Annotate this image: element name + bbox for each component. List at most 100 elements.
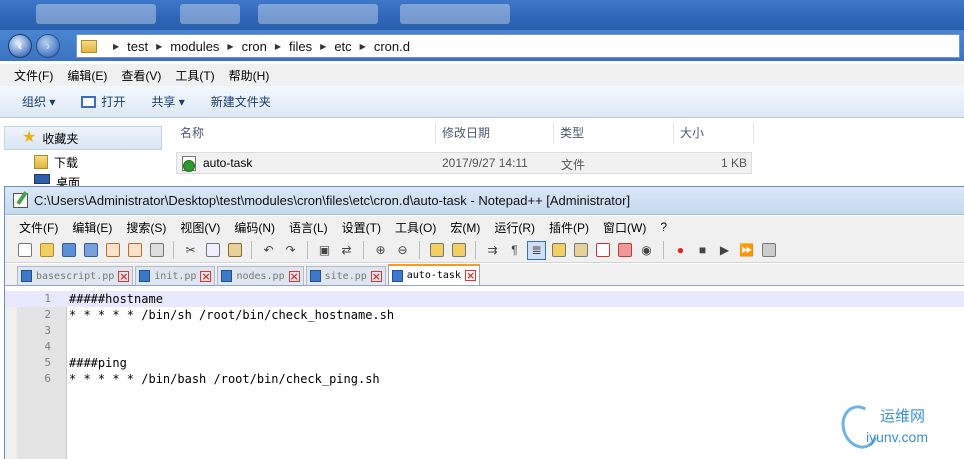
show-all-chars-icon[interactable]: ¶ — [505, 241, 524, 260]
word-wrap-icon[interactable]: ⇉ — [483, 241, 502, 260]
menu-edit[interactable]: 编辑(E) — [72, 219, 112, 236]
menu-file[interactable]: 文件(F) — [19, 219, 58, 236]
udl-icon[interactable] — [549, 241, 568, 260]
window-title: C:\Users\Administrator\Desktop\test\modu… — [34, 193, 631, 208]
breadcrumb-item[interactable]: modules — [170, 39, 219, 54]
find-icon[interactable]: ▣ — [315, 241, 334, 260]
save-icon[interactable] — [59, 241, 78, 260]
file-size: 1 KB — [720, 156, 747, 170]
menu-window[interactable]: 窗口(W) — [603, 219, 646, 236]
sync-vertical-icon[interactable] — [427, 241, 446, 260]
menu-view[interactable]: 查看(V) — [121, 67, 161, 84]
file-type: 文件 — [561, 158, 586, 172]
folder-as-workspace-icon[interactable] — [615, 241, 634, 260]
close-icon[interactable]: × — [370, 270, 382, 282]
menu-language[interactable]: 语言(L) — [289, 219, 328, 236]
play-macro-icon[interactable]: ▶ — [715, 241, 734, 260]
menu-file[interactable]: 文件(F) — [14, 67, 53, 84]
breadcrumb-item[interactable]: cron — [242, 39, 267, 54]
file-row[interactable]: auto-task 2017/9/27 14:11 文件 1 KB — [176, 152, 752, 174]
menu-help[interactable]: 帮助(H) — [229, 67, 270, 84]
replace-icon[interactable]: ⇄ — [337, 241, 356, 260]
copy-icon[interactable] — [203, 241, 222, 260]
open-icon — [81, 95, 97, 108]
cut-icon[interactable]: ✂ — [181, 241, 200, 260]
menu-edit[interactable]: 编辑(E) — [67, 67, 107, 84]
save-all-icon[interactable] — [81, 241, 100, 260]
explorer-title-bar — [0, 0, 964, 30]
record-macro-icon[interactable]: ● — [671, 241, 690, 260]
stop-macro-icon[interactable]: ■ — [693, 241, 712, 260]
menu-help[interactable]: ? — [660, 220, 667, 234]
menu-tools[interactable]: 工具(O) — [395, 219, 436, 236]
navigation-pane: ★ 收藏夹 下载 桌面 — [4, 126, 162, 188]
editor-line[interactable]: 2 * * * * * /bin/sh /root/bin/check_host… — [5, 307, 964, 323]
file-saved-icon — [391, 269, 403, 282]
paste-icon[interactable] — [225, 241, 244, 260]
toolbar-separator — [307, 241, 308, 259]
close-all-icon[interactable] — [125, 241, 144, 260]
menu-macro[interactable]: 宏(M) — [450, 219, 480, 236]
editor-line[interactable]: 1 #####hostname — [5, 291, 964, 307]
save-macro-icon[interactable] — [759, 241, 778, 260]
editor-line[interactable]: 4 — [5, 339, 964, 355]
column-modified[interactable]: 修改日期 — [436, 122, 554, 144]
monitoring-eye-icon[interactable]: ◉ — [637, 241, 656, 260]
column-size[interactable]: 大小 — [674, 122, 754, 144]
tab-site[interactable]: site.pp × — [305, 266, 386, 285]
breadcrumb-item[interactable]: etc — [334, 39, 351, 54]
editor-area[interactable]: 1 #####hostname 2 * * * * * /bin/sh /roo… — [5, 291, 964, 459]
editor-line[interactable]: 3 — [5, 323, 964, 339]
tab-basescript[interactable]: basescript.pp × — [17, 266, 134, 285]
tab-nodes[interactable]: nodes.pp × — [217, 266, 304, 285]
menu-run[interactable]: 运行(R) — [494, 219, 535, 236]
menu-encoding[interactable]: 编码(N) — [234, 219, 275, 236]
open-file-icon[interactable] — [37, 241, 56, 260]
breadcrumb-item[interactable]: test — [127, 39, 148, 54]
undo-icon[interactable]: ↶ — [259, 241, 278, 260]
nav-item-downloads[interactable]: 下载 — [4, 150, 162, 174]
tab-auto-task[interactable]: auto-task × — [387, 264, 480, 285]
close-icon[interactable] — [103, 241, 122, 260]
close-icon[interactable]: × — [118, 270, 130, 282]
editor-line[interactable]: 5 ####ping — [5, 355, 964, 371]
breadcrumb-item[interactable]: cron.d — [374, 39, 410, 54]
nav-item-favorites[interactable]: ★ 收藏夹 — [4, 126, 162, 150]
share-button[interactable]: 共享 ▾ — [151, 93, 184, 110]
menu-settings[interactable]: 设置(T) — [342, 219, 381, 236]
folder-icon — [81, 39, 97, 53]
column-type[interactable]: 类型 — [554, 122, 674, 144]
breadcrumb-item[interactable]: files — [289, 39, 312, 54]
back-button[interactable]: ‹ — [8, 34, 32, 58]
organize-button[interactable]: 组织 ▾ — [22, 93, 55, 110]
sync-horizontal-icon[interactable] — [449, 241, 468, 260]
toolbar-separator — [419, 241, 420, 259]
run-macro-multiple-icon[interactable]: ⏩ — [737, 241, 756, 260]
indent-guide-icon[interactable]: ≣ — [527, 240, 546, 260]
function-list-icon[interactable] — [593, 241, 612, 260]
zoom-in-icon[interactable]: ⊕ — [371, 241, 390, 260]
tab-init[interactable]: init.pp × — [135, 266, 216, 285]
print-icon[interactable] — [147, 241, 166, 260]
new-file-icon[interactable] — [15, 241, 34, 260]
new-folder-button[interactable]: 新建文件夹 — [211, 93, 271, 110]
zoom-out-icon[interactable]: ⊖ — [393, 241, 412, 260]
explorer-menu-bar: 文件(F) 编辑(E) 查看(V) 工具(T) 帮助(H) — [0, 64, 964, 86]
close-icon[interactable]: × — [288, 270, 300, 282]
redo-icon[interactable]: ↷ — [281, 241, 300, 260]
column-name[interactable]: 名称 — [174, 122, 436, 144]
editor-line[interactable]: 6 * * * * * /bin/bash /root/bin/check_pi… — [5, 371, 964, 387]
toolbar-separator — [251, 241, 252, 259]
line-number: 3 — [44, 324, 51, 337]
doc-map-icon[interactable] — [571, 241, 590, 260]
menu-view[interactable]: 视图(V) — [180, 219, 220, 236]
open-button[interactable]: 打开 — [81, 93, 125, 110]
menu-tools[interactable]: 工具(T) — [175, 67, 214, 84]
address-box[interactable]: ▶ test ▶ modules ▶ cron ▶ files ▶ etc ▶ … — [76, 34, 960, 58]
close-icon[interactable]: × — [464, 270, 476, 281]
close-icon[interactable]: × — [200, 270, 212, 282]
watermark-logo: 运维网 iyunv.com — [835, 400, 952, 454]
menu-plugins[interactable]: 插件(P) — [549, 219, 589, 236]
forward-button[interactable]: › — [36, 34, 60, 58]
menu-search[interactable]: 搜索(S) — [126, 219, 166, 236]
